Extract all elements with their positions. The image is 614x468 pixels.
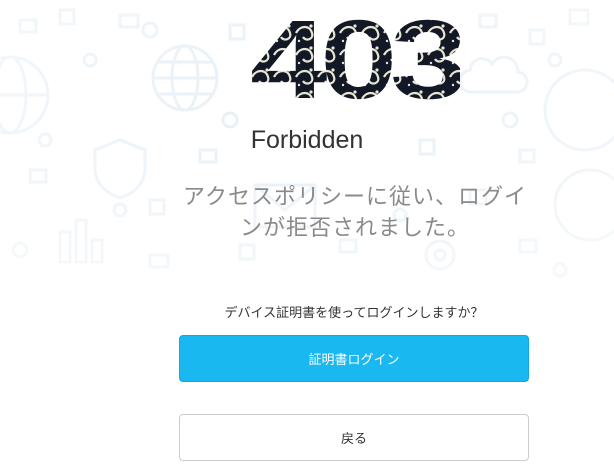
error-code-text: 403	[250, 0, 460, 106]
back-button[interactable]: 戻る	[179, 414, 529, 461]
certificate-login-question: デバイス証明書を使ってログインしますか？	[224, 306, 484, 321]
error-title: Forbidden	[250, 126, 364, 154]
back-button-label: 戻る	[340, 432, 367, 447]
error-page: 403 Forbidden アクセスポリシーに従い、ログインが拒否されました。 …	[0, 0, 614, 468]
error-message: アクセスポリシーに従い、ログインが拒否されました。	[183, 185, 527, 241]
error-code-graphic: 403	[250, 0, 460, 106]
certificate-login-button[interactable]: 証明書ログイン	[179, 335, 529, 382]
certificate-login-button-label: 証明書ログイン	[308, 353, 400, 368]
